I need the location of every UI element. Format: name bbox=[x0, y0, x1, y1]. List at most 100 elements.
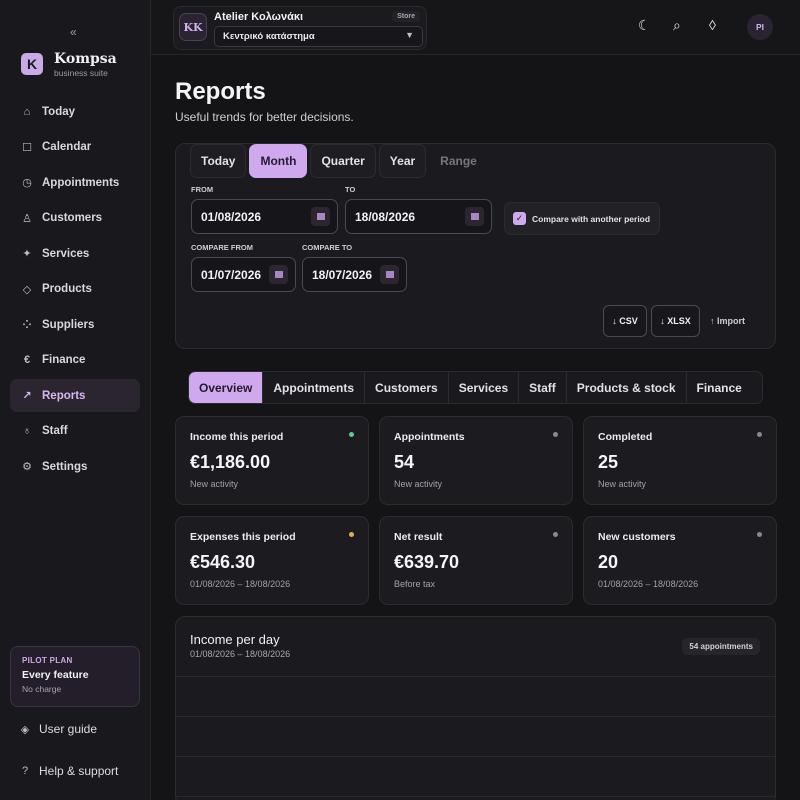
store-switcher[interactable]: KK Atelier Κολωνάκι Store Κεντρικό κατάσ… bbox=[173, 6, 427, 50]
export-xlsx-button[interactable]: ↓ XLSX bbox=[651, 305, 700, 337]
plan-card[interactable]: PILOT PLAN Every feature No charge bbox=[10, 646, 140, 707]
kpi-card-expenses: Expenses this period €546.30 01/08/2026 … bbox=[175, 516, 369, 605]
import-button[interactable]: ↑ Import bbox=[710, 305, 745, 337]
period-tab-year[interactable]: Year bbox=[378, 144, 427, 178]
sidebar-item-suppliers[interactable]: ⁘ Suppliers bbox=[10, 308, 140, 341]
compare-to-value: 18/07/2026 bbox=[312, 268, 373, 282]
calendar-icon[interactable] bbox=[269, 265, 288, 284]
kpi-title: Net result bbox=[394, 531, 443, 543]
calendar-icon[interactable] bbox=[311, 207, 330, 226]
store-avatar: KK bbox=[179, 13, 207, 41]
export-csv-button[interactable]: ↓ CSV bbox=[603, 305, 647, 337]
gear-icon: ⚙ bbox=[22, 461, 32, 473]
tab-customers[interactable]: Customers bbox=[365, 372, 449, 403]
moon-icon[interactable]: ☾ bbox=[638, 17, 651, 34]
chart-gridline bbox=[176, 796, 775, 797]
kpi-title: Completed bbox=[598, 431, 653, 443]
to-date-input[interactable]: 18/08/2026 bbox=[345, 199, 492, 234]
collapse-sidebar-button[interactable]: « bbox=[70, 25, 77, 39]
sidebar-item-customers[interactable]: ♙ Customers bbox=[10, 202, 140, 235]
sparkle-icon: ✦ bbox=[22, 248, 32, 260]
kpi-value: 25 bbox=[598, 452, 619, 472]
appointments-count-badge: 54 appointments bbox=[682, 638, 760, 655]
kpi-value: €546.30 bbox=[190, 552, 256, 572]
store-location-select[interactable]: Κεντρικό κατάστημα ▼ bbox=[214, 26, 423, 47]
report-section-tabs: Overview Appointments Customers Services… bbox=[188, 371, 763, 404]
chart-gridline bbox=[176, 676, 775, 677]
status-dot bbox=[349, 432, 354, 437]
to-date-value: 18/08/2026 bbox=[355, 210, 416, 224]
kpi-card-net-result: Net result €639.70 Before tax bbox=[379, 516, 573, 605]
kpi-subtitle: New activity bbox=[394, 479, 443, 489]
sidebar-item-label: Calendar bbox=[42, 141, 92, 153]
sidebar-item-appointments[interactable]: ◷ Appointments bbox=[10, 166, 140, 199]
user-guide-link[interactable]: ◈ User guide bbox=[19, 722, 97, 736]
checkbox-checked-icon[interactable]: ✓ bbox=[513, 212, 526, 225]
period-tab-month[interactable]: Month bbox=[249, 144, 308, 178]
period-tab-quarter[interactable]: Quarter bbox=[310, 144, 376, 178]
sidebar-item-settings[interactable]: ⚙ Settings bbox=[10, 450, 140, 483]
sidebar-item-today[interactable]: ⌂ Today bbox=[10, 95, 140, 128]
trend-icon: ↗ bbox=[22, 390, 32, 402]
help-support-label: Help & support bbox=[39, 764, 119, 778]
sidebar-item-label: Today bbox=[42, 105, 76, 118]
compare-to-input[interactable]: 18/07/2026 bbox=[302, 257, 407, 292]
compare-label: Compare with another period bbox=[532, 213, 651, 224]
help-support-link[interactable]: ? Help & support bbox=[19, 764, 118, 778]
plan-tag: PILOT PLAN bbox=[22, 656, 73, 665]
sidebar-item-staff[interactable]: ♁ Staff bbox=[10, 415, 140, 448]
filter-panel: Today Month Quarter Year Range FROM 01/0… bbox=[175, 143, 776, 349]
chart-title: Income per day bbox=[190, 632, 280, 647]
period-tab-range[interactable]: Range bbox=[429, 144, 488, 178]
kpi-title: Expenses this period bbox=[190, 531, 296, 543]
period-tab-today[interactable]: Today bbox=[190, 144, 247, 178]
kpi-card-new-customers: New customers 20 01/08/2026 – 18/08/2026 bbox=[583, 516, 777, 605]
diamond-icon[interactable]: ◊ bbox=[709, 17, 716, 33]
tab-staff[interactable]: Staff bbox=[519, 372, 567, 403]
kpi-title: Income this period bbox=[190, 431, 284, 443]
tab-services[interactable]: Services bbox=[449, 372, 520, 403]
plan-subtitle: No charge bbox=[22, 684, 62, 694]
user-guide-label: User guide bbox=[39, 722, 98, 736]
dots-icon: ⁘ bbox=[22, 319, 32, 331]
compare-toggle[interactable]: ✓ Compare with another period bbox=[504, 202, 660, 235]
status-dot bbox=[757, 432, 762, 437]
calendar-icon[interactable] bbox=[380, 265, 399, 284]
diamond-filled-icon: ◈ bbox=[20, 723, 30, 736]
sidebar-item-calendar[interactable]: ☐ Calendar bbox=[10, 131, 140, 164]
diamond-icon: ◇ bbox=[22, 283, 32, 296]
status-dot bbox=[553, 532, 558, 537]
chart-gridline bbox=[176, 756, 775, 757]
person-icon: ♙ bbox=[22, 212, 32, 225]
from-date-input[interactable]: 01/08/2026 bbox=[191, 199, 338, 234]
sidebar-item-label: Settings bbox=[42, 460, 88, 473]
user-avatar[interactable]: PI bbox=[747, 14, 773, 40]
tab-products-stock[interactable]: Products & stock bbox=[567, 372, 687, 403]
tab-appointments[interactable]: Appointments bbox=[263, 372, 366, 403]
sidebar-item-products[interactable]: ◇ Products bbox=[10, 273, 140, 306]
calendar-icon[interactable] bbox=[465, 207, 484, 226]
chart-gridline bbox=[176, 716, 775, 717]
page-subtitle: Useful trends for better decisions. bbox=[175, 110, 354, 124]
sidebar-item-label: Appointments bbox=[42, 176, 120, 189]
home-icon: ⌂ bbox=[23, 105, 31, 118]
kpi-card-completed: Completed 25 New activity bbox=[583, 416, 777, 505]
tab-overview[interactable]: Overview bbox=[189, 372, 264, 403]
question-icon: ? bbox=[21, 765, 29, 777]
status-dot bbox=[757, 532, 762, 537]
compare-to-label: COMPARE TO bbox=[302, 243, 353, 252]
kpi-value: 20 bbox=[598, 552, 619, 572]
kpi-title: Appointments bbox=[394, 431, 465, 443]
from-date-value: 01/08/2026 bbox=[201, 210, 262, 224]
sidebar-item-reports[interactable]: ↗ Reports bbox=[10, 379, 140, 412]
sidebar-item-label: Finance bbox=[42, 354, 86, 366]
kpi-value: €1,186.00 bbox=[190, 452, 271, 472]
tab-finance[interactable]: Finance bbox=[687, 372, 752, 403]
from-label: FROM bbox=[191, 185, 214, 194]
kpi-value: €639.70 bbox=[394, 552, 460, 572]
sidebar-item-services[interactable]: ✦ Services bbox=[10, 237, 140, 270]
sidebar: « K Kompsa business suite ⌂ Today ☐ Calend… bbox=[0, 0, 151, 800]
compare-from-input[interactable]: 01/07/2026 bbox=[191, 257, 296, 292]
search-icon[interactable]: ⌕ bbox=[673, 17, 681, 34]
sidebar-item-finance[interactable]: € Finance bbox=[10, 344, 140, 377]
